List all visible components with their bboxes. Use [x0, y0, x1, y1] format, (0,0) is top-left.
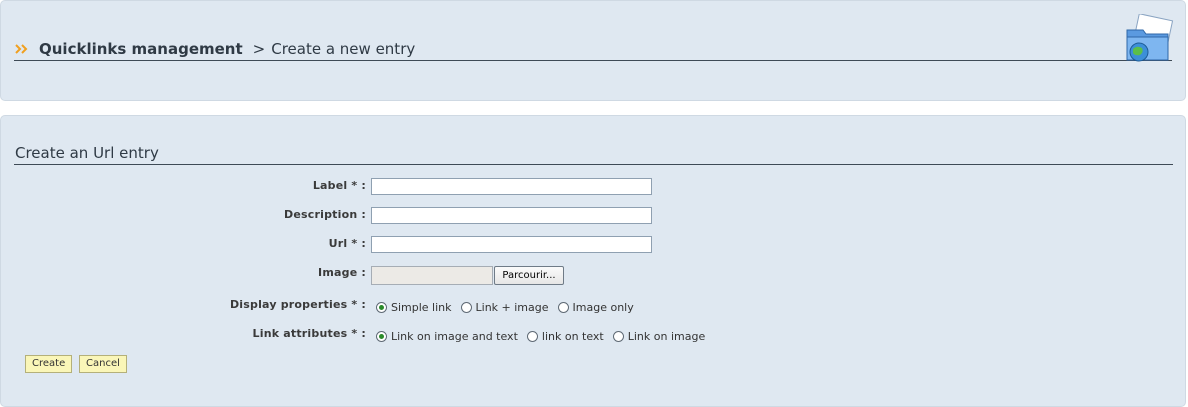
form-panel [0, 115, 1186, 407]
radio-label: Link + image [475, 301, 549, 314]
cancel-button[interactable]: Cancel [79, 355, 127, 373]
header-divider [14, 60, 1172, 61]
radio-label: Link on image [627, 330, 706, 343]
breadcrumb-root[interactable]: Quicklinks management [39, 40, 243, 58]
breadcrumb-separator: > [252, 40, 266, 58]
radio-label: Simple link [391, 301, 452, 314]
radio-button[interactable] [460, 302, 472, 313]
breadcrumb-current: Create a new entry [271, 40, 416, 58]
radio-label: Link on image and text [391, 330, 518, 343]
radio-link-on-image[interactable]: Link on image [612, 330, 706, 343]
url-input[interactable] [371, 236, 652, 253]
radio-button[interactable] [557, 302, 569, 313]
radio-link-on-image-and-text[interactable]: Link on image and text [376, 330, 518, 343]
radio-link-on-text[interactable]: link on text [526, 330, 604, 343]
link-attributes-group: Link on image and text link on text Link… [376, 330, 714, 343]
radio-button[interactable] [612, 331, 624, 342]
radio-button[interactable] [526, 331, 538, 342]
image-file-path[interactable] [371, 266, 493, 285]
folder-globe-icon [1126, 14, 1174, 62]
form-title: Create an Url entry [15, 144, 159, 162]
description-input[interactable] [371, 207, 652, 224]
form-divider [14, 164, 1173, 165]
radio-simple-link[interactable]: Simple link [376, 301, 452, 314]
radio-link-image[interactable]: Link + image [460, 301, 549, 314]
radio-button[interactable] [376, 302, 387, 313]
link-attributes-label: Link attributes * : [252, 327, 366, 340]
radio-label: Image only [572, 301, 634, 314]
label-field-label: Label * : [312, 179, 366, 192]
description-field-label: Description : [284, 208, 366, 221]
url-field-label: Url * : [328, 237, 366, 250]
radio-image-only[interactable]: Image only [557, 301, 634, 314]
display-properties-group: Simple link Link + image Image only [376, 301, 643, 314]
radio-button[interactable] [376, 331, 387, 342]
label-input[interactable] [371, 178, 652, 195]
display-properties-label: Display properties * : [229, 298, 366, 311]
browse-button[interactable]: Parcourir... [494, 266, 564, 285]
image-field-label: Image : [318, 266, 366, 279]
create-button[interactable]: Create [25, 355, 73, 373]
radio-label: link on text [541, 330, 604, 343]
double-chevron-right-icon [15, 44, 28, 54]
breadcrumb: Quicklinks management > Create a new ent… [14, 40, 415, 58]
